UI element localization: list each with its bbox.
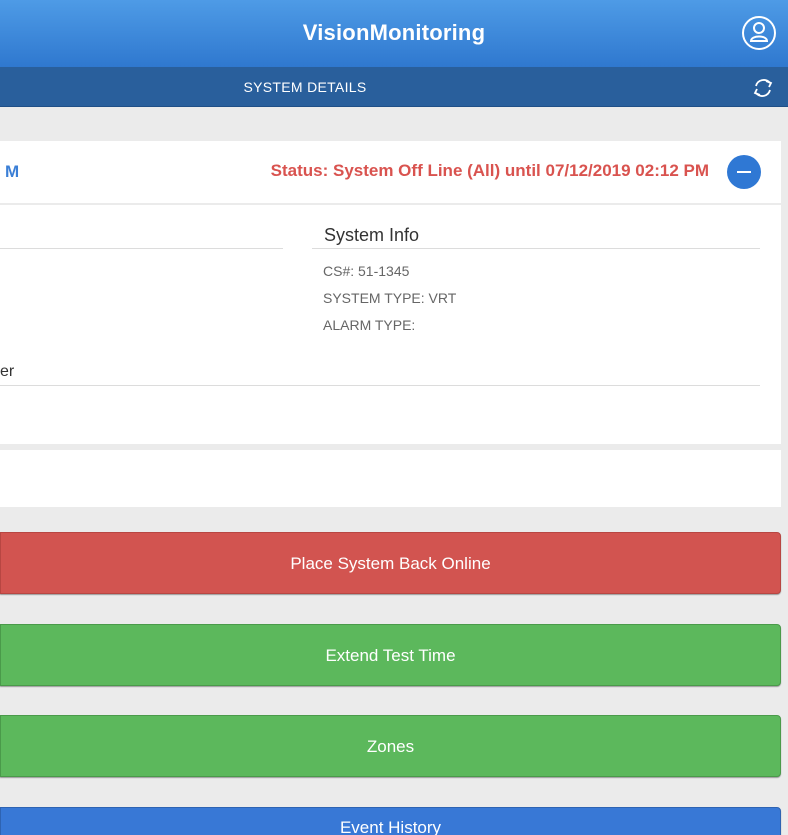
place-system-back-online-button[interactable]: Place System Back Online: [0, 532, 781, 594]
truncated-label: er: [0, 363, 15, 380]
system-status-row: M Status: System Off Line (All) until 07…: [0, 141, 781, 203]
alarm-type: ALARM TYPE:: [323, 317, 416, 333]
user-avatar-icon[interactable]: [742, 16, 776, 50]
panel-divider: [0, 385, 760, 386]
system-type: SYSTEM TYPE: VRT: [323, 290, 457, 306]
page-title: SYSTEM DETAILS: [243, 79, 367, 95]
top-header-bar: VisionMonitoring: [0, 0, 788, 67]
sub-header-bar: SYSTEM DETAILS: [0, 67, 788, 107]
system-info-title: System Info: [324, 225, 420, 245]
system-info-divider: [312, 248, 760, 249]
blank-panel: [0, 450, 781, 507]
refresh-icon[interactable]: [750, 75, 776, 101]
app-screen: VisionMonitoring SYSTEM DETAILS M Status…: [0, 0, 788, 835]
cs-number: CS#: 51-1345: [323, 263, 410, 279]
event-history-button[interactable]: Event History: [0, 807, 781, 835]
extend-test-time-button[interactable]: Extend Test Time: [0, 624, 781, 686]
system-name-fragment: M: [5, 162, 20, 181]
zones-button[interactable]: Zones: [0, 715, 781, 777]
system-status-text: Status: System Off Line (All) until 07/1…: [270, 161, 709, 180]
minus-circle-icon[interactable]: [727, 155, 761, 189]
system-info-panel: System Info CS#: 51-1345 SYSTEM TYPE: VR…: [0, 205, 781, 444]
app-title: VisionMonitoring: [302, 20, 486, 45]
left-divider: [0, 248, 283, 249]
